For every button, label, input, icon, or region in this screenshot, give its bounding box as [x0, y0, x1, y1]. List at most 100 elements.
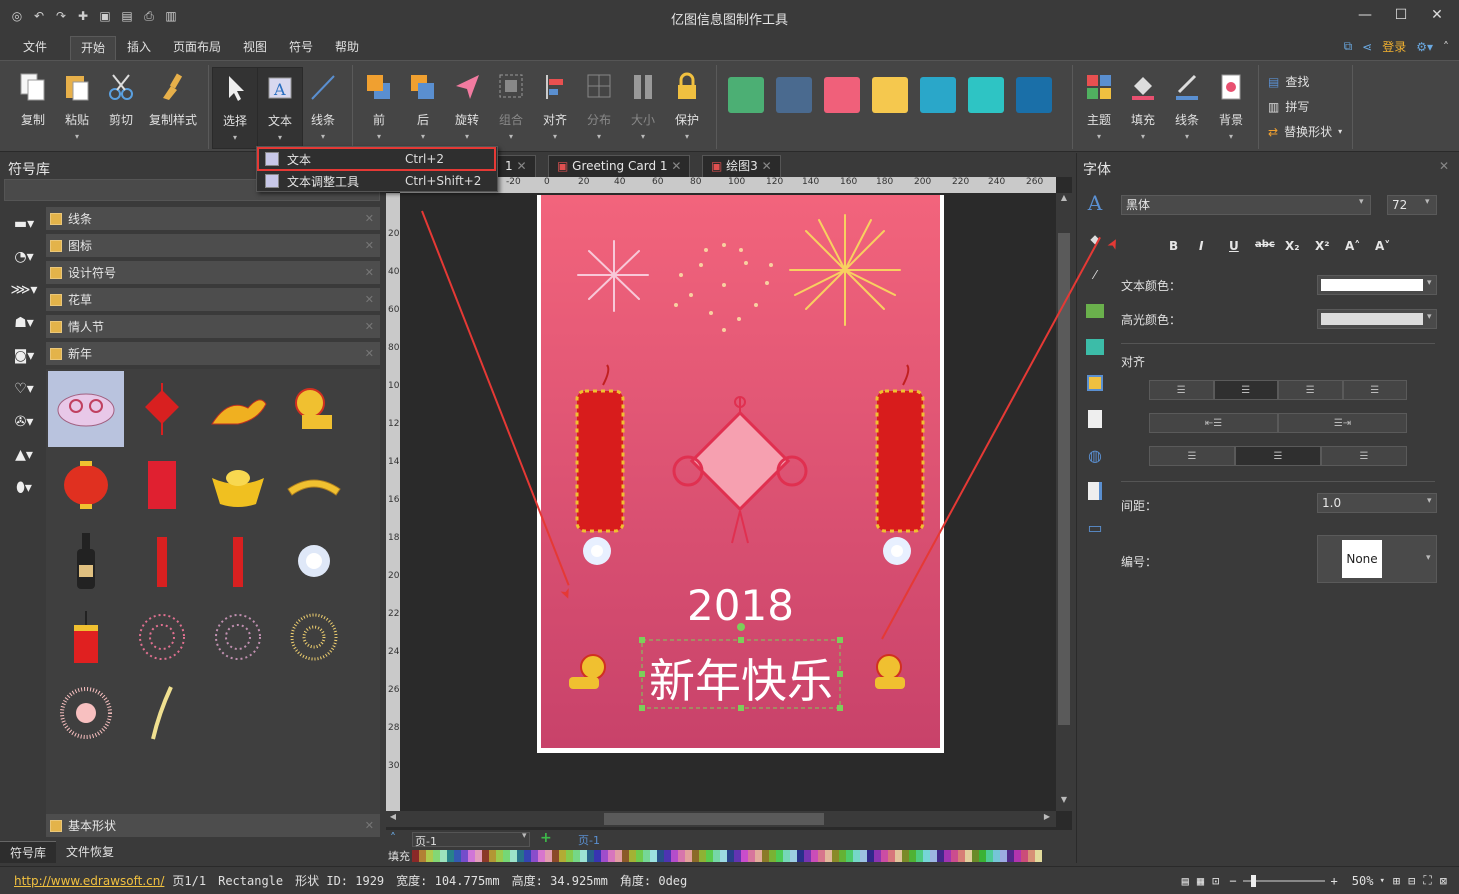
palette-swatch[interactable] [573, 850, 580, 862]
distribute-button[interactable]: 分布 ▾ [576, 67, 622, 149]
strikethrough-button[interactable]: abc [1255, 239, 1275, 250]
highlight-color-picker[interactable] [1317, 309, 1437, 329]
add-page-icon[interactable]: + [540, 830, 552, 846]
category-triangle-icon[interactable]: ▲▾ [4, 438, 44, 471]
menu-tab-insert[interactable]: 插入 [116, 36, 162, 60]
settings-icon[interactable]: ⚙▾ [1416, 40, 1433, 54]
palette-swatch[interactable] [867, 850, 874, 862]
scroll-down-icon[interactable]: ▼ [1057, 795, 1071, 809]
symbol-firecracker-string[interactable] [124, 523, 200, 599]
layers-icon[interactable] [1081, 365, 1109, 401]
symbol-big-firecracker[interactable] [48, 599, 124, 675]
palette-swatch[interactable] [916, 850, 923, 862]
close-icon[interactable]: ✕ [671, 159, 681, 173]
close-icon[interactable]: ✕ [1420, 4, 1454, 26]
scroll-right-icon[interactable]: ▶ [1040, 812, 1054, 826]
palette-swatch[interactable] [433, 850, 440, 862]
select-button[interactable]: 选择 ▾ [212, 67, 258, 149]
symbol-gold-ingot[interactable] [200, 447, 276, 523]
symbol-chinese-knot[interactable] [124, 371, 200, 447]
line-style-dropdown-icon[interactable]: ▾ [1164, 132, 1210, 141]
palette-swatch[interactable] [881, 850, 888, 862]
theme-swatch-3[interactable] [824, 77, 860, 113]
symbol-firecracker-string-2[interactable] [200, 523, 276, 599]
category-chart-icon[interactable]: ◔▾ [4, 240, 44, 273]
comment-icon[interactable]: ▭ [1081, 509, 1109, 545]
palette-swatch[interactable] [580, 850, 587, 862]
font-family-dropdown-icon[interactable]: ▾ [1359, 197, 1364, 207]
palette-swatch[interactable] [678, 850, 685, 862]
tab-file-recovery[interactable]: 文件恢复 [56, 841, 124, 863]
spell-check-button[interactable]: ▥ 拼写 [1268, 98, 1309, 115]
rotate-dropdown-icon[interactable]: ▾ [444, 132, 490, 141]
palette-swatch[interactable] [727, 850, 734, 862]
menu-tab-symbol[interactable]: 符号 [280, 36, 322, 60]
text-dropdown-icon[interactable]: ▾ [258, 133, 302, 142]
zoom-out-icon[interactable]: − [1229, 874, 1236, 888]
palette-swatch[interactable] [979, 850, 986, 862]
text-color-picker[interactable] [1317, 275, 1437, 295]
size-button[interactable]: 大小 ▾ [620, 67, 666, 149]
palette-swatch[interactable] [951, 850, 958, 862]
palette-swatch[interactable] [818, 850, 825, 862]
palette-swatch[interactable] [545, 850, 552, 862]
card-year-text[interactable]: 2018 [541, 581, 940, 630]
library-section-new-year[interactable]: 新年 ✕ [46, 342, 380, 366]
horizontal-scroll-thumb[interactable] [604, 813, 824, 825]
palette-swatch[interactable] [552, 850, 559, 862]
palette-swatch[interactable] [993, 850, 1000, 862]
line-button[interactable]: 线条 ▾ [300, 67, 346, 149]
palette-swatch[interactable] [517, 850, 524, 862]
theme-swatch-5[interactable] [920, 77, 956, 113]
decrease-font-button[interactable]: A˅ [1375, 239, 1390, 253]
send-back-dropdown-icon[interactable]: ▾ [400, 132, 446, 141]
palette-swatch[interactable] [965, 850, 972, 862]
palette-swatch[interactable] [748, 850, 755, 862]
bold-button[interactable]: B [1169, 239, 1178, 253]
palette-swatch[interactable] [510, 850, 517, 862]
palette-swatch[interactable] [846, 850, 853, 862]
align-right-button[interactable]: ☰ [1278, 380, 1343, 400]
close-section-icon[interactable]: ✕ [365, 212, 374, 225]
spacing-select[interactable]: 1.0 [1317, 493, 1437, 513]
align-left-button[interactable]: ☰ [1149, 380, 1214, 400]
view-grid-icon[interactable]: ▦ [1197, 874, 1204, 888]
palette-swatch[interactable] [503, 850, 510, 862]
palette-swatch[interactable] [636, 850, 643, 862]
share-icon[interactable]: ⋖ [1362, 40, 1372, 54]
document-icon[interactable] [1081, 473, 1109, 509]
palette-swatch[interactable] [776, 850, 783, 862]
close-panel-icon[interactable]: ✕ [1439, 159, 1449, 173]
symbol-golden-dragon[interactable] [200, 371, 276, 447]
bring-front-dropdown-icon[interactable]: ▾ [356, 132, 402, 141]
symbol-cloud-ornament[interactable] [48, 371, 124, 447]
numbering-dropdown-icon[interactable]: ▾ [1426, 553, 1431, 563]
palette-swatch[interactable] [1014, 850, 1021, 862]
group-button[interactable]: 组合 ▾ [488, 67, 534, 149]
palette-swatch[interactable] [671, 850, 678, 862]
palette-swatch[interactable] [447, 850, 454, 862]
palette-swatch[interactable] [489, 850, 496, 862]
palette-swatch[interactable] [412, 850, 419, 862]
find-button[interactable]: ▤ 查找 [1268, 73, 1309, 90]
palette-swatch[interactable] [1007, 850, 1014, 862]
palette-swatch[interactable] [902, 850, 909, 862]
page-tab[interactable]: 页-1 [578, 832, 600, 848]
replace-shape-button[interactable]: ⇄ 替换形状 ▾ [1268, 123, 1342, 140]
symbol-rocket-trail[interactable] [124, 675, 200, 751]
close-section-icon[interactable]: ✕ [365, 239, 374, 252]
font-icon[interactable]: A [1081, 185, 1109, 221]
send-back-button[interactable]: 后 ▾ [400, 67, 446, 149]
palette-swatch[interactable] [559, 850, 566, 862]
palette-swatch[interactable] [811, 850, 818, 862]
distribute-dropdown-icon[interactable]: ▾ [576, 132, 622, 141]
palette-swatch[interactable] [909, 850, 916, 862]
palette-swatch[interactable] [685, 850, 692, 862]
theme-button[interactable]: 主题 ▾ [1076, 67, 1122, 149]
palette-swatch[interactable] [643, 850, 650, 862]
palette-swatch[interactable] [699, 850, 706, 862]
background-dropdown-icon[interactable]: ▾ [1208, 132, 1254, 141]
symbol-scroll-banner[interactable] [276, 447, 352, 523]
background-button[interactable]: 背景 ▾ [1208, 67, 1254, 149]
doc-tab-greeting-card[interactable]: ▣ Greeting Card 1 ✕ [548, 155, 691, 177]
